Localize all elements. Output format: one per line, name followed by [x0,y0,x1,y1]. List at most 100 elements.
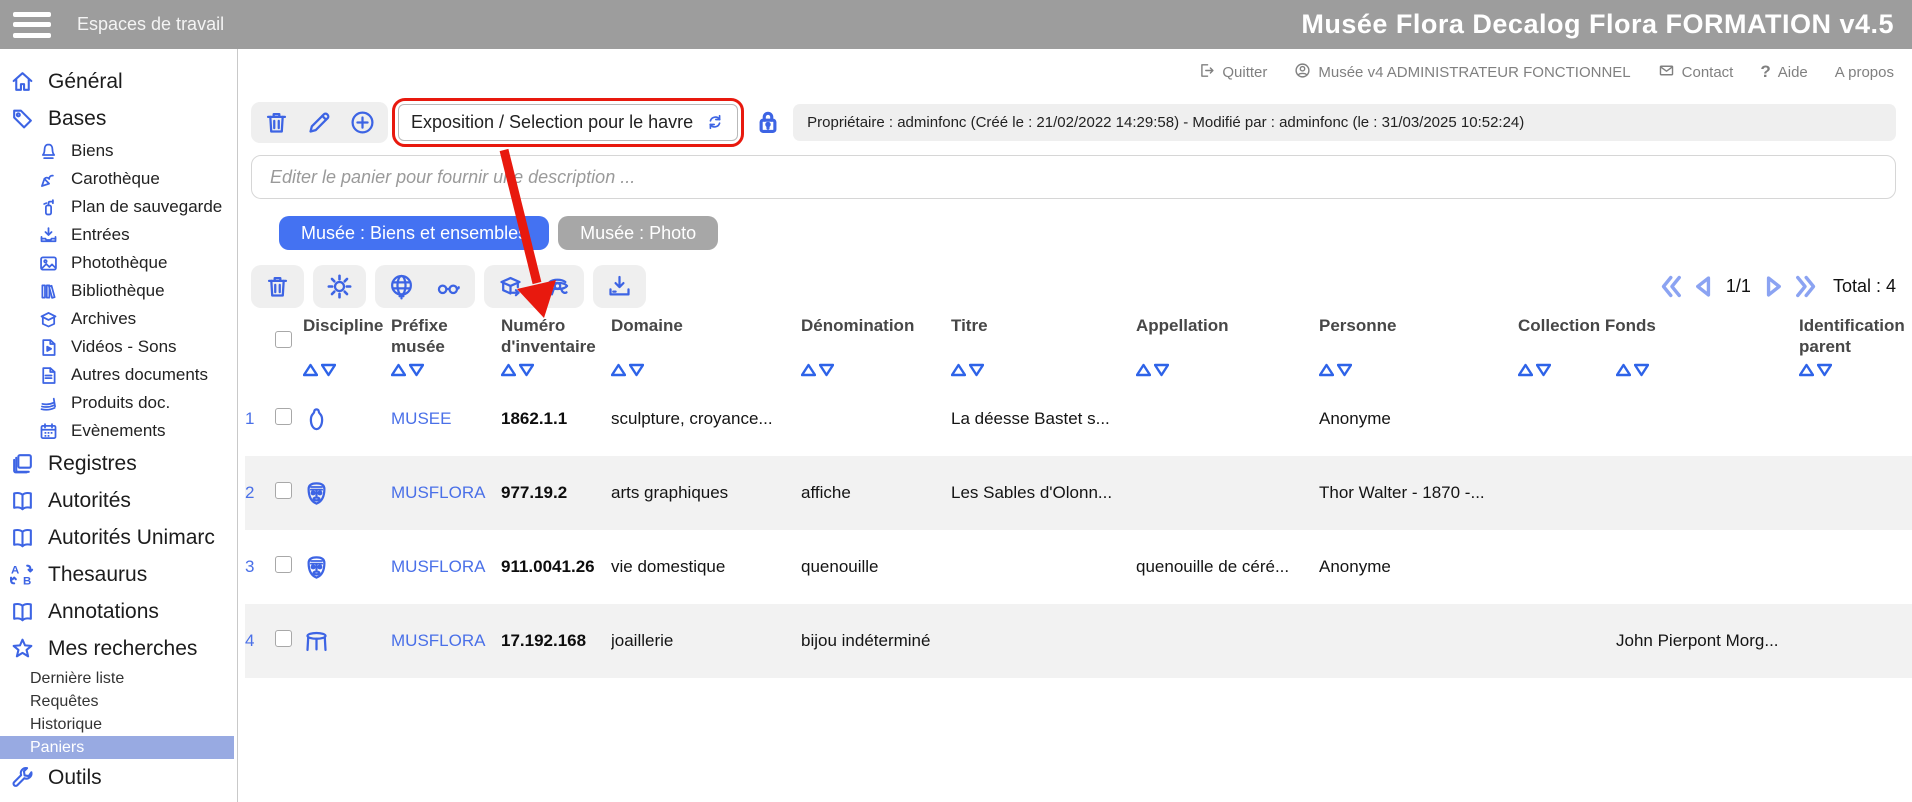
sort-down-icon[interactable] [968,363,985,382]
sidebar-item-outils[interactable]: Outils [0,759,237,796]
cell-personne: Thor Walter - 1870 -... [1319,483,1485,502]
select-all-checkbox[interactable] [275,331,292,348]
tab-musee-biens-et-ensembles[interactable]: Musée : Biens et ensembles [279,216,550,250]
row-checkbox[interactable] [275,408,292,425]
sort-up-icon[interactable] [390,363,407,382]
row-number-link[interactable]: 3 [245,557,275,577]
sidebar-item-produits-doc[interactable]: Produits doc. [0,389,237,417]
sort-down-icon[interactable] [1336,363,1353,382]
sidebar-item-archives[interactable]: Archives [0,305,237,333]
trash-icon[interactable] [263,109,290,136]
sidebar-item-derniere-liste[interactable]: Dernière liste [0,667,237,690]
sort-down-icon[interactable] [1633,363,1650,382]
sidebar-item-annotations[interactable]: Annotations [0,593,237,630]
sort-up-icon[interactable] [950,363,967,382]
sort-up-icon[interactable] [1135,363,1152,382]
sidebar-item-label: Général [48,69,123,93]
cell-denomination: affiche [801,483,851,502]
row-number-link[interactable]: 1 [245,409,275,429]
triangle-left-icon[interactable] [1691,273,1718,300]
sidebar-item-historique[interactable]: Historique [0,713,237,736]
sort-up-icon[interactable] [1517,363,1534,382]
lock-icon[interactable] [753,107,783,137]
sort-up-icon[interactable] [800,363,817,382]
horus-eye-icon[interactable] [544,273,571,300]
tab-musee-photo[interactable]: Musée : Photo [558,216,719,250]
sidebar-item-carotheque[interactable]: Carothèque [0,165,237,193]
download-icon[interactable] [606,273,633,300]
sidebar-item-autorites[interactable]: Autorités [0,482,237,519]
utility-item-a-propos[interactable]: A propos [1835,64,1894,81]
sidebar-item-entrees[interactable]: Entrées [0,221,237,249]
sidebar-item-label: Autres documents [71,365,209,384]
cell-prefixe-link[interactable]: MUSFLORA [391,557,501,577]
svg-text:B: B [23,575,31,587]
trash-icon[interactable] [264,273,291,300]
basket-select[interactable]: Exposition / Selection pour le havre [398,103,739,141]
double-chevron-left-icon[interactable] [1659,273,1686,300]
sidebar-item-biens[interactable]: Biens [0,137,237,165]
sort-down-icon[interactable] [408,363,425,382]
row-number-link[interactable]: 2 [245,483,275,503]
sort-up-icon[interactable] [302,363,319,382]
cell-prefixe-link[interactable]: MUSFLORA [391,631,501,651]
table-row: 3 MUSFLORA 911.0041.26 vie domestique quenou… [245,530,1912,604]
sort-up-icon[interactable] [1318,363,1335,382]
column-label: Préfixe musée [391,316,448,357]
sort-up-icon[interactable] [500,363,517,382]
sidebar-item-autres-documents[interactable]: Autres documents [0,361,237,389]
workspace-label: Espaces de travail [77,14,225,34]
sidebar-item-mes-recherches[interactable]: Mes recherches [0,630,237,667]
sidebar-item-bibliotheque[interactable]: Bibliothèque [0,277,237,305]
archive-box-icon [38,309,59,330]
row-checkbox[interactable] [275,482,292,499]
utility-item-musee-v4-administrateur-fonctionnel[interactable]: Musée v4 ADMINISTRATEUR FONCTIONNEL [1294,62,1631,83]
export-box-icon[interactable] [497,273,524,300]
utility-item-quitter[interactable]: Quitter [1198,62,1267,83]
double-chevron-right-icon[interactable] [1791,273,1818,300]
sidebar-item-plan-de-sauvegarde[interactable]: Plan de sauvegarde [0,193,237,221]
cell-prefixe-link[interactable]: MUSEE [391,409,501,429]
sort-down-icon[interactable] [628,363,645,382]
pencil-icon[interactable] [306,109,333,136]
row-checkbox-cell [275,556,303,578]
sort-down-icon[interactable] [1816,363,1833,382]
sidebar-item-videos-sons[interactable]: Vidéos - Sons [0,333,237,361]
gear-icon[interactable] [326,273,353,300]
sidebar-item-paniers[interactable]: Paniers [0,736,234,759]
basket-description-input[interactable] [251,155,1896,199]
utility-item-label: Musée v4 ADMINISTRATEUR FONCTIONNEL [1318,63,1631,81]
row-number-link[interactable]: 4 [245,631,275,651]
sidebar-item-thesaurus[interactable]: A B Thesaurus [0,556,237,593]
sort-down-icon[interactable] [1535,363,1552,382]
sort-down-icon[interactable] [818,363,835,382]
sidebar-item-general[interactable]: Général [0,63,237,100]
sort-down-icon[interactable] [1153,363,1170,382]
sidebar-item-autorites-unimarc[interactable]: Autorités Unimarc [0,519,237,556]
sort-up-icon[interactable] [610,363,627,382]
glasses-icon[interactable] [435,273,462,300]
row-checkbox[interactable] [275,630,292,647]
sidebar-item-evenements[interactable]: Evènements [0,417,237,445]
cell-prefixe-link[interactable]: MUSFLORA [391,483,501,503]
sidebar-item-requetes[interactable]: Requêtes [0,690,237,713]
sidebar-item-registres[interactable]: Registres [0,445,237,482]
utility-item-aide[interactable]: ? Aide [1760,62,1807,82]
row-checkbox[interactable] [275,556,292,573]
column-header-domaine: Domaine [610,315,801,382]
sidebar-item-label: Outils [48,765,102,789]
sidebar-item-phototheque[interactable]: Photothèque [0,249,237,277]
sort-up-icon[interactable] [1798,363,1815,382]
globe-icon[interactable] [388,273,415,300]
sort-up-icon[interactable] [1615,363,1632,382]
hamburger-menu-icon[interactable] [13,11,51,38]
utility-item-contact[interactable]: Contact [1658,62,1733,83]
sidebar-item-bases[interactable]: Bases [0,100,237,137]
add-circle-icon[interactable] [349,109,376,136]
sort-down-icon[interactable] [518,363,535,382]
triangle-right-icon[interactable] [1759,273,1786,300]
column-header-select [275,315,303,348]
refresh-icon[interactable] [705,112,725,132]
pagination: 1/1 Total : 4 [1659,273,1896,300]
sort-down-icon[interactable] [320,363,337,382]
